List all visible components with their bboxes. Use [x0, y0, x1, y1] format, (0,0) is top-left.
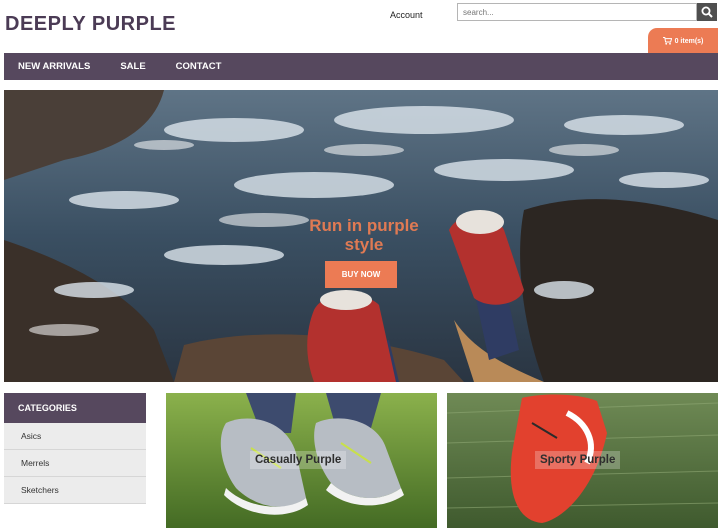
hero-title-line1: Run in purple: [309, 216, 419, 235]
buy-now-button[interactable]: BUY NOW: [325, 261, 397, 288]
promo-casually-purple[interactable]: Casually Purple: [166, 393, 437, 528]
category-sketchers[interactable]: Sketchers: [4, 477, 146, 504]
promo-label: Casually Purple: [250, 451, 347, 469]
search-icon: [701, 6, 713, 18]
cart-count: 0 item(s): [674, 37, 704, 45]
search-button[interactable]: [697, 3, 717, 21]
category-asics[interactable]: Asics: [4, 423, 146, 450]
categories-panel: CATEGORIES Asics Merrels Sketchers: [4, 393, 146, 504]
nav-contact[interactable]: CONTACT: [176, 61, 222, 72]
nav-sale[interactable]: SALE: [120, 61, 145, 72]
promo-sporty-purple[interactable]: Sporty Purple: [447, 393, 718, 528]
account-link[interactable]: Account: [390, 10, 423, 20]
hero-banner: Run in purple style BUY NOW: [4, 90, 718, 382]
nav-new-arrivals[interactable]: NEW ARRIVALS: [18, 61, 90, 72]
hero-title: Run in purple style: [259, 216, 469, 254]
category-merrels[interactable]: Merrels: [4, 450, 146, 477]
categories-title: CATEGORIES: [4, 393, 146, 423]
site-logo[interactable]: DEEPLY PURPLE: [5, 13, 176, 36]
search-input[interactable]: [457, 3, 697, 21]
promo-label: Sporty Purple: [535, 451, 621, 469]
hero-title-line2: style: [344, 235, 384, 254]
cart-button[interactable]: 0 item(s): [648, 28, 718, 54]
cart-icon: [662, 37, 672, 45]
main-nav: NEW ARRIVALS SALE CONTACT: [4, 53, 718, 80]
search-bar: [457, 3, 717, 23]
